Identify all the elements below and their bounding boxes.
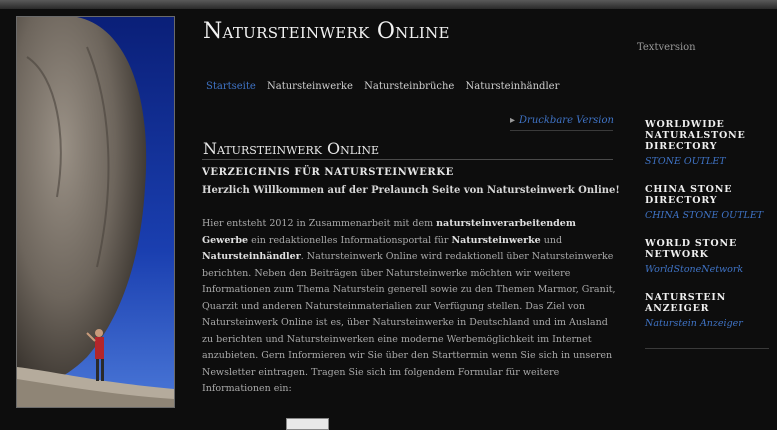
printable-version-link[interactable]: ▸ Druckbare Version bbox=[510, 115, 614, 126]
sidebar-block-worldwide: Worldwide Naturalstone Directory STONE O… bbox=[645, 119, 771, 167]
sidebar-block-anzeiger: Naturstein Anzeiger Naturstein Anzeiger bbox=[645, 292, 771, 329]
sidebar-directory: Worldwide Naturalstone Directory STONE O… bbox=[645, 119, 771, 346]
nav-item-natursteinhaendler[interactable]: Natursteinhändler bbox=[466, 81, 560, 92]
textversion-link[interactable]: Textversion bbox=[637, 42, 696, 53]
nav-item-natursteinwerke[interactable]: Natursteinwerke bbox=[267, 81, 353, 92]
nav-item-natursteinbrueche[interactable]: Natursteinbrüche bbox=[364, 81, 454, 92]
bullet-arrow-icon: ▸ bbox=[510, 115, 516, 126]
intro-paragraph: Hier entsteht 2012 in Zusammenarbeit mit… bbox=[202, 216, 620, 398]
site-title: Natursteinwerk Online bbox=[203, 19, 450, 44]
directory-subheading: VERZEICHNIS FÜR NATURSTEINWERKE bbox=[202, 167, 454, 178]
keyword-bold: Natursteinhändler bbox=[202, 251, 301, 262]
paragraph-text: und bbox=[540, 234, 563, 246]
sidebar-heading: China Stone Directory bbox=[645, 184, 733, 206]
sidebar-heading: World Stone Network bbox=[645, 238, 737, 260]
main-nav: Startseite Natursteinwerke Natursteinbrü… bbox=[206, 81, 567, 92]
paragraph-text: Hier entsteht 2012 in Zusammenarbeit mit… bbox=[202, 218, 437, 229]
header-photo-boulder bbox=[16, 16, 175, 408]
paragraph-text: ein redaktionelles Informationsportal fü… bbox=[248, 234, 452, 246]
boulder-illustration bbox=[17, 17, 174, 407]
sidebar-block-china: China Stone Directory CHINA STONE OUTLET bbox=[645, 184, 771, 221]
sidebar-heading: Worldwide Naturalstone Directory bbox=[645, 119, 746, 152]
stone-outlet-link[interactable]: STONE OUTLET bbox=[645, 156, 771, 167]
print-divider bbox=[510, 130, 613, 131]
welcome-text: Herzlich Willkommen auf der Prelaunch Se… bbox=[202, 185, 620, 196]
printable-version-label: Druckbare Version bbox=[519, 115, 614, 126]
paragraph-text: . Natursteinwerk Online wird redaktionel… bbox=[202, 251, 616, 394]
nav-item-startseite[interactable]: Startseite bbox=[206, 81, 256, 92]
content-title-divider bbox=[202, 159, 613, 160]
china-stone-outlet-link[interactable]: CHINA STONE OUTLET bbox=[645, 210, 771, 221]
naturstein-anzeiger-link[interactable]: Naturstein Anzeiger bbox=[645, 318, 771, 329]
content-title: Natursteinwerk Online bbox=[203, 139, 380, 158]
sidebar-heading: Naturstein Anzeiger bbox=[645, 292, 727, 314]
keyword-bold: Natursteinwerke bbox=[451, 234, 541, 246]
sidebar-divider bbox=[645, 348, 769, 349]
sidebar-block-world-stone: World Stone Network WorldStoneNetwork bbox=[645, 238, 771, 275]
world-stone-network-link[interactable]: WorldStoneNetwork bbox=[645, 264, 771, 275]
newsletter-input[interactable] bbox=[286, 418, 329, 430]
top-bar bbox=[0, 0, 777, 9]
